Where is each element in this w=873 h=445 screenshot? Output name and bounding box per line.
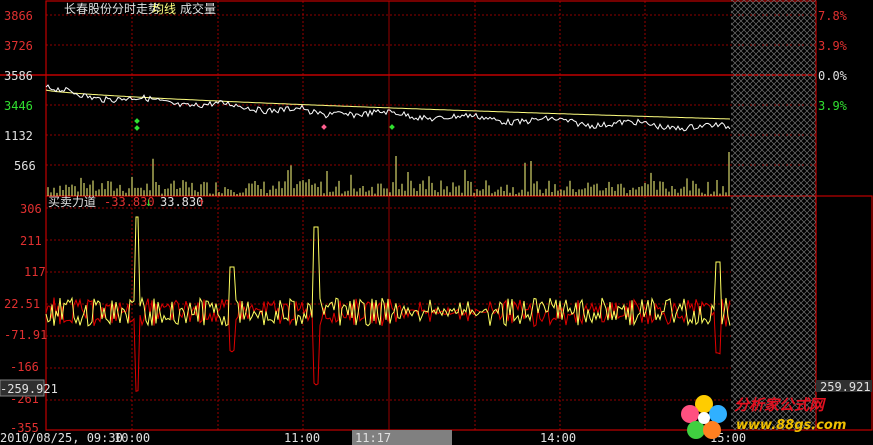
indicator-title: 买卖力道 [48,195,96,209]
volume-bars [47,152,730,196]
volume-tick-label: 1132 [4,129,33,143]
stock-title: 长春股份分时走势 [64,2,160,16]
watermark-title: 分析家公式网 [734,396,825,414]
price-tick-label: 3726 [4,39,33,53]
buy-signal-marker [389,124,395,130]
indicator-tick-label: 211 [20,234,42,248]
volume-label: 成交量 [180,1,216,16]
time-start-label: 2010/08/25, 09:30 [0,431,123,445]
avg-line-label: 均线 [152,2,176,16]
percent-tick-label: 3.9% [818,99,848,113]
flower-logo-icon [681,395,727,439]
indicator-value-up: 33.830 [160,195,203,209]
price-tick-label: 3866 [4,9,33,23]
cursor-value: -259.921 [0,382,58,396]
time-cursor-label: 11:17 [355,431,391,445]
buy-signal-marker [134,125,140,131]
percent-tick-label: 7.8% [818,9,848,23]
indicator-tick-label: -166 [10,360,39,374]
sell-signal-marker [321,124,327,130]
buy-force-line [45,216,731,327]
time-label: 10:00 [114,431,150,445]
hatch-main [731,0,816,196]
future-period-hatch [731,0,816,430]
price-lines [45,84,731,132]
watermark: 分析家公式网 www.88gs.com [676,390,873,445]
signal-markers [134,118,395,131]
time-label: 11:00 [284,431,320,445]
percent-tick-label: 0.0% [818,69,848,83]
arrow-down-icon: ↓ [145,195,152,209]
time-label: 14:00 [540,431,576,445]
indicator-tick-label: 117 [24,265,46,279]
indicator-tick-label: 306 [20,202,42,216]
percent-tick-label: 3.9% [818,39,848,53]
intraday-chart[interactable]: 长春股份分时走势 均线 成交量 3866 3726 3586 3446 1132… [0,0,873,445]
indicator-tick-label: 22.51 [4,297,40,311]
indicator-tick-label: -71.91 [4,328,47,342]
price-tick-label: 3446 [4,99,33,113]
watermark-url: www.88gs.com [736,418,847,433]
price-tick-label: 3586 [4,69,33,83]
average-price-line [45,89,731,120]
buy-signal-marker [134,118,140,124]
volume-tick-label: 566 [14,159,36,173]
arrow-up-icon: ↑ [198,195,205,209]
